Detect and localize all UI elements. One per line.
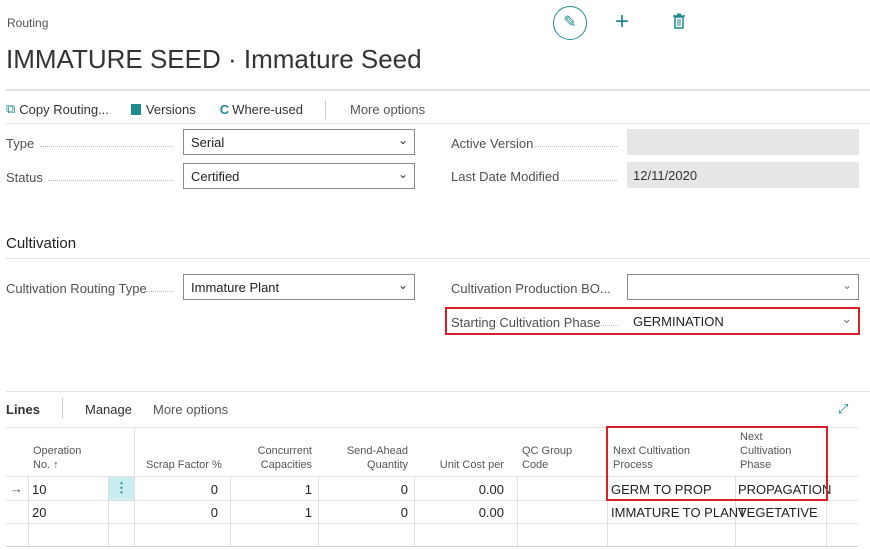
chevron-down-icon: ⌄ bbox=[397, 167, 408, 181]
starting-cultivation-phase-select[interactable]: GERMINATION ⌄ bbox=[627, 309, 858, 333]
where-used-icon: C bbox=[219, 101, 230, 117]
expand-icon[interactable]: ⤢ bbox=[838, 401, 848, 417]
status-select[interactable]: Certified ⌄ bbox=[183, 163, 415, 189]
cell-concurrent-capacities[interactable]: 1 bbox=[230, 482, 312, 497]
cultivation-production-bom-label: Cultivation Production BO... bbox=[451, 281, 611, 296]
copy-icon: ⧉ bbox=[6, 101, 16, 116]
versions-button[interactable]: Versions bbox=[130, 102, 196, 117]
cultivation-production-bom-select[interactable]: ⌄ bbox=[627, 274, 859, 300]
column-header-scrap-factor[interactable]: Scrap Factor % bbox=[146, 458, 222, 472]
copy-routing-button[interactable]: ⧉ Copy Routing... bbox=[6, 101, 109, 117]
active-version-label: Active Version bbox=[451, 136, 534, 151]
type-label: Type bbox=[6, 136, 35, 151]
divider bbox=[324, 99, 326, 119]
cell-send-ahead-quantity[interactable]: 0 bbox=[318, 482, 408, 497]
active-version-field bbox=[627, 129, 859, 155]
type-select[interactable]: Serial ⌄ bbox=[183, 129, 415, 155]
cell-concurrent-capacities[interactable]: 1 bbox=[230, 505, 312, 520]
cell-send-ahead-quantity[interactable]: 0 bbox=[318, 505, 408, 520]
chevron-down-icon: ⌄ bbox=[397, 133, 408, 147]
more-options-button[interactable]: More options bbox=[350, 102, 425, 117]
cell-scrap-factor[interactable]: 0 bbox=[134, 505, 218, 520]
last-date-modified-label: Last Date Modified bbox=[451, 169, 560, 184]
chevron-down-icon: ⌄ bbox=[397, 278, 408, 292]
cell-unit-cost[interactable]: 0.00 bbox=[414, 505, 504, 520]
status-label: Status bbox=[6, 170, 43, 185]
column-header-operation-no[interactable]: Operation No. ↑ bbox=[33, 444, 81, 472]
cell-unit-cost[interactable]: 0.00 bbox=[414, 482, 504, 497]
chevron-down-icon: ⌄ bbox=[841, 278, 852, 292]
page-title: IMMATURE SEED · Immature Seed bbox=[6, 44, 422, 74]
column-header-unit-cost-per[interactable]: Unit Cost per bbox=[414, 458, 504, 472]
column-header-send-ahead-quantity[interactable]: Send-Ahead Quantity bbox=[318, 444, 408, 472]
cell-scrap-factor[interactable]: 0 bbox=[134, 482, 218, 497]
column-header-qc-group-code[interactable]: QC Group Code bbox=[522, 444, 572, 472]
row-actions-menu-icon[interactable]: ⋮ bbox=[109, 477, 134, 500]
versions-icon bbox=[130, 103, 141, 115]
edit-icon[interactable]: ✎ bbox=[553, 6, 587, 40]
delete-icon[interactable] bbox=[672, 13, 686, 32]
starting-cultivation-phase-label: Starting Cultivation Phase bbox=[451, 315, 601, 330]
column-header-concurrent-capacities[interactable]: Concurrent Capacities bbox=[230, 444, 312, 472]
cell-operation-no[interactable]: 20 bbox=[32, 505, 46, 520]
cell-operation-no[interactable]: 10 bbox=[32, 482, 46, 497]
lines-more-options-button[interactable]: More options bbox=[153, 402, 228, 417]
current-row-arrow-icon: → bbox=[10, 481, 23, 496]
manage-button[interactable]: Manage bbox=[85, 402, 132, 417]
cultivation-routing-type-select[interactable]: Immature Plant ⌄ bbox=[183, 274, 415, 300]
cell-next-cultivation-phase[interactable]: VEGETATIVE bbox=[738, 505, 818, 520]
where-used-button[interactable]: C Where-used bbox=[220, 102, 303, 117]
cultivation-section-title[interactable]: Cultivation bbox=[6, 235, 76, 252]
cell-next-cultivation-process[interactable]: IMMATURE TO PLANT bbox=[611, 505, 746, 520]
add-icon[interactable]: + bbox=[615, 8, 629, 36]
lines-title[interactable]: Lines bbox=[6, 402, 40, 417]
cultivation-routing-type-label: Cultivation Routing Type bbox=[6, 281, 147, 296]
breadcrumb: Routing bbox=[7, 16, 49, 30]
last-date-modified-field: 12/11/2020 bbox=[627, 162, 859, 188]
chevron-down-icon: ⌄ bbox=[841, 311, 852, 326]
